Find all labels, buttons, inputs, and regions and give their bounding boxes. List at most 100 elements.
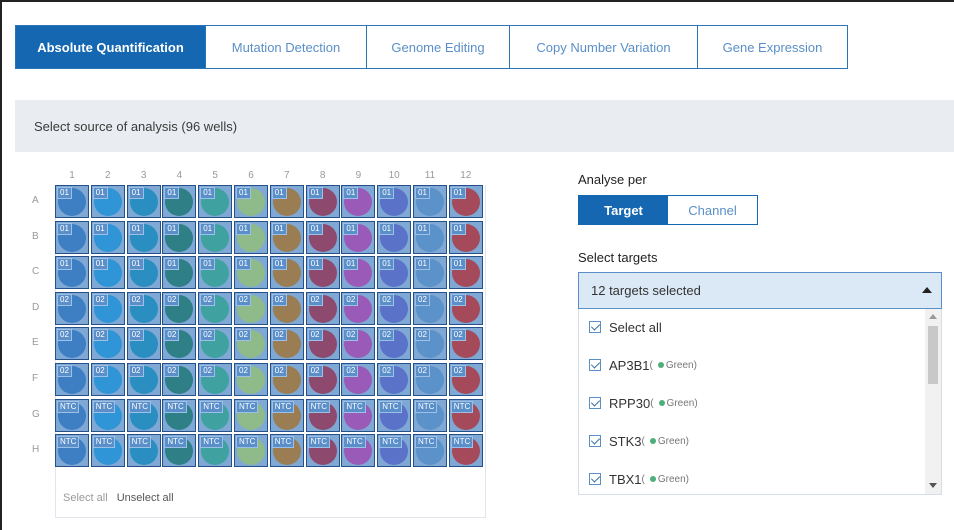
well-H11[interactable]: NTC [413,434,447,468]
well-A1[interactable]: 01 [55,185,89,218]
well-E12[interactable]: 02 [448,327,483,361]
well-A3[interactable]: 01 [126,185,161,218]
well-F3[interactable]: 02 [126,363,161,396]
target-option-tbx1[interactable]: TBX1(Green) [589,469,689,489]
well-G12[interactable]: NTC [448,398,483,432]
row-header-H[interactable]: H [32,444,39,455]
well-B4[interactable]: 01 [162,220,197,254]
scroll-thumb[interactable] [928,326,938,384]
row-header-C[interactable]: C [32,266,39,277]
well-F8[interactable]: 02 [305,363,340,396]
column-header-12[interactable]: 12 [449,170,483,181]
column-header-11[interactable]: 11 [413,170,447,181]
well-E4[interactable]: 02 [162,327,197,361]
target-option-stk3[interactable]: STK3(Green) [589,431,689,451]
well-E11[interactable]: 02 [413,327,447,361]
well-E7[interactable]: 02 [269,327,304,361]
well-B10[interactable]: 01 [377,220,412,254]
well-E6[interactable]: 02 [234,327,268,361]
well-B9[interactable]: 01 [341,220,376,254]
well-A5[interactable]: 01 [198,185,233,218]
well-D2[interactable]: 02 [90,291,125,325]
tab-copy-number-variation[interactable]: Copy Number Variation [510,25,698,69]
well-G11[interactable]: NTC [413,398,447,432]
well-G9[interactable]: NTC [341,398,376,432]
well-B12[interactable]: 01 [448,220,483,254]
well-D11[interactable]: 02 [413,291,447,325]
column-header-7[interactable]: 7 [270,170,304,181]
column-header-2[interactable]: 2 [91,170,125,181]
column-header-1[interactable]: 1 [55,170,89,181]
well-E2[interactable]: 02 [90,327,125,361]
well-D1[interactable]: 02 [55,291,89,325]
row-header-B[interactable]: B [32,231,39,242]
well-F10[interactable]: 02 [377,363,412,396]
row-header-A[interactable]: A [32,195,39,206]
targets-select[interactable]: 12 targets selected [578,272,942,309]
target-option-rpp30[interactable]: RPP30(Green) [589,393,698,413]
well-D7[interactable]: 02 [269,291,304,325]
well-G5[interactable]: NTC [198,398,233,432]
well-B7[interactable]: 01 [269,220,304,254]
well-F11[interactable]: 02 [413,363,447,396]
well-D4[interactable]: 02 [162,291,197,325]
checkbox-checked-icon[interactable] [589,321,601,333]
well-A2[interactable]: 01 [90,185,125,218]
well-F2[interactable]: 02 [90,363,125,396]
dropdown-scrollbar[interactable] [925,309,941,494]
well-C12[interactable]: 01 [448,256,483,290]
well-D8[interactable]: 02 [305,291,340,325]
column-header-10[interactable]: 10 [377,170,411,181]
well-G1[interactable]: NTC [55,398,89,432]
well-C9[interactable]: 01 [341,256,376,290]
well-F1[interactable]: 02 [55,363,89,396]
well-H2[interactable]: NTC [90,434,125,468]
well-B3[interactable]: 01 [126,220,161,254]
checkbox-checked-icon[interactable] [589,473,601,485]
well-G8[interactable]: NTC [305,398,340,432]
well-A12[interactable]: 01 [448,185,483,218]
well-C2[interactable]: 01 [90,256,125,290]
column-header-3[interactable]: 3 [127,170,161,181]
well-C3[interactable]: 01 [126,256,161,290]
well-C5[interactable]: 01 [198,256,233,290]
column-header-5[interactable]: 5 [198,170,232,181]
checkbox-checked-icon[interactable] [589,435,601,447]
well-C11[interactable]: 01 [413,256,447,290]
well-B2[interactable]: 01 [90,220,125,254]
well-G6[interactable]: NTC [234,398,268,432]
select-all-targets-option[interactable]: Select all [589,317,662,337]
well-E1[interactable]: 02 [55,327,89,361]
well-B8[interactable]: 01 [305,220,340,254]
well-F4[interactable]: 02 [162,363,197,396]
well-C6[interactable]: 01 [234,256,268,290]
tab-gene-expression[interactable]: Gene Expression [698,25,848,69]
tab-genome-editing[interactable]: Genome Editing [367,25,510,69]
well-B11[interactable]: 01 [413,220,447,254]
well-C4[interactable]: 01 [162,256,197,290]
tab-absolute-quantification[interactable]: Absolute Quantification [15,25,206,69]
column-header-9[interactable]: 9 [341,170,375,181]
well-D10[interactable]: 02 [377,291,412,325]
well-F5[interactable]: 02 [198,363,233,396]
well-C7[interactable]: 01 [269,256,304,290]
well-H4[interactable]: NTC [162,434,197,468]
select-all-wells-link[interactable]: Select all [63,492,108,504]
well-H1[interactable]: NTC [55,434,89,468]
analyse-target-option[interactable]: Target [579,196,668,224]
well-G4[interactable]: NTC [162,398,197,432]
well-A4[interactable]: 01 [162,185,197,218]
well-H3[interactable]: NTC [126,434,161,468]
well-E10[interactable]: 02 [377,327,412,361]
row-header-G[interactable]: G [32,409,40,420]
well-H9[interactable]: NTC [341,434,376,468]
checkbox-checked-icon[interactable] [589,359,601,371]
target-option-ap3b1[interactable]: AP3B1(Green) [589,355,697,375]
analyse-channel-option[interactable]: Channel [668,196,757,224]
well-E3[interactable]: 02 [126,327,161,361]
well-B5[interactable]: 01 [198,220,233,254]
well-G7[interactable]: NTC [269,398,304,432]
well-A6[interactable]: 01 [234,185,268,218]
well-F7[interactable]: 02 [269,363,304,396]
well-C1[interactable]: 01 [55,256,89,290]
